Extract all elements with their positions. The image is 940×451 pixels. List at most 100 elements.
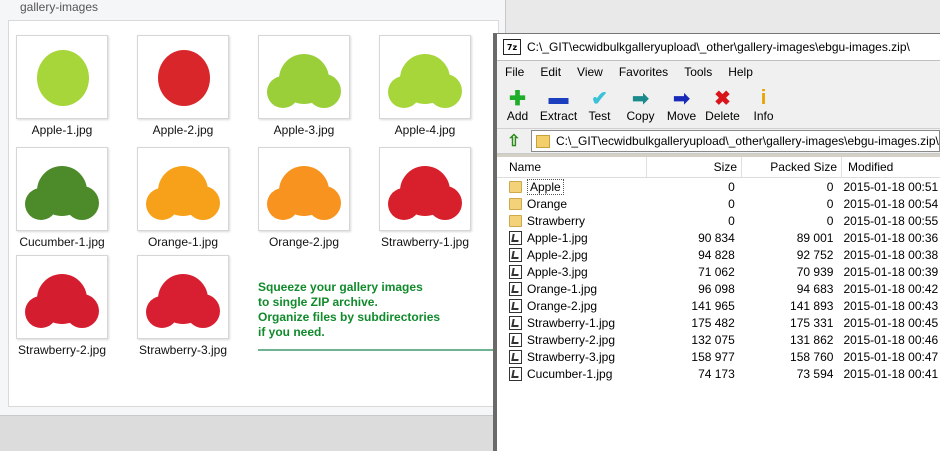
- cell-packed-size: 158 760: [790, 349, 834, 364]
- row-name: Orange-2.jpg: [527, 298, 598, 313]
- thumbnail-item[interactable]: Orange-2.jpg: [249, 147, 359, 249]
- table-row[interactable]: Apple-3.jpg 71 062 70 939 2015-01-18 00:39: [497, 263, 940, 280]
- up-folder-icon[interactable]: ⇧: [503, 131, 525, 151]
- cell-packed-size: 89 001: [796, 230, 834, 245]
- info-icon: i: [760, 86, 767, 109]
- cell-modified: 2015-01-18 00:47: [843, 349, 939, 364]
- cell-name: Strawberry: [497, 214, 645, 228]
- thumbnail-image: [137, 35, 229, 119]
- table-row[interactable]: Orange-2.jpg 141 965 141 893 2015-01-18 00:…: [497, 297, 940, 314]
- toolbar-button-delete[interactable]: ✖ Delete: [702, 87, 743, 124]
- cell-modified: 2015-01-18 00:51: [843, 179, 939, 194]
- file-icon: [509, 332, 522, 347]
- thumbnail-item[interactable]: Apple-3.jpg: [249, 35, 359, 137]
- address-text: C:\_GIT\ecwidbulkgalleryupload\_other\ga…: [556, 134, 939, 148]
- toolbar-label: Delete: [705, 109, 740, 123]
- address-bar: ⇧ C:\_GIT\ecwidbulkgalleryupload\_other\…: [497, 129, 940, 154]
- fruit-shape: [267, 76, 299, 108]
- table-row[interactable]: Strawberry-3.jpg 158 977 158 760 2015-01-18…: [497, 348, 940, 365]
- cell-size: 132 075: [691, 332, 735, 347]
- thumbnail-item[interactable]: Orange-1.jpg: [128, 147, 238, 249]
- cell-modified: 2015-01-18 00:38: [843, 247, 939, 262]
- cell-packed-size: 0: [826, 196, 834, 211]
- cell-packed-size: 0: [826, 179, 834, 194]
- table-row[interactable]: Strawberry-2.jpg 132 075 131 862 2015-01-18…: [497, 331, 940, 348]
- menu-edit[interactable]: Edit: [532, 65, 569, 79]
- table-row[interactable]: Orange-1.jpg 96 098 94 683 2015-01-18 00:42: [497, 280, 940, 297]
- row-name: Strawberry-2.jpg: [527, 332, 616, 347]
- promo-line: if you need.: [258, 325, 325, 339]
- column-name[interactable]: Name: [497, 157, 647, 177]
- menu-tools[interactable]: Tools: [676, 65, 720, 79]
- delete-x-icon: ✖: [714, 87, 731, 110]
- column-modified[interactable]: Modified: [842, 157, 940, 177]
- table-row[interactable]: Cucumber-1.jpg 74 173 73 594 2015-01-18 00:…: [497, 365, 940, 382]
- cell-packed-size: 92 752: [796, 247, 834, 262]
- fruit-shape: [146, 188, 178, 220]
- thumbnail-item[interactable]: Apple-1.jpg: [7, 35, 117, 137]
- thumbnail-item[interactable]: Strawberry-1.jpg: [370, 147, 480, 249]
- table-row[interactable]: Apple 0 0 2015-01-18 00:51: [497, 178, 940, 195]
- table-row[interactable]: Strawberry 0 0 2015-01-18 00:55: [497, 212, 940, 229]
- address-field[interactable]: C:\_GIT\ecwidbulkgalleryupload\_other\ga…: [531, 130, 940, 152]
- toolbar-button-copy[interactable]: ➡ Copy: [620, 87, 661, 124]
- cell-modified: 2015-01-18 00:55: [843, 213, 939, 228]
- menu-help[interactable]: Help: [720, 65, 761, 79]
- folder-icon: [509, 180, 522, 193]
- column-packed-size[interactable]: Packed Size: [742, 157, 842, 177]
- cell-modified: 2015-01-18 00:39: [843, 264, 939, 279]
- cell-packed-size: 175 331: [790, 315, 834, 330]
- row-name: Apple: [527, 178, 564, 195]
- thumbnail-item[interactable]: Cucumber-1.jpg: [7, 147, 117, 249]
- column-size[interactable]: Size: [647, 157, 742, 177]
- toolbar-button-info[interactable]: i Info: [743, 86, 784, 124]
- thumbnail-item[interactable]: Strawberry-2.jpg: [7, 255, 117, 357]
- thumbnail-image: [379, 147, 471, 231]
- cell-modified: 2015-01-18 00:42: [843, 281, 939, 296]
- thumbnail-item[interactable]: Apple-4.jpg: [370, 35, 480, 137]
- thumbnail-label: Orange-1.jpg: [147, 235, 219, 249]
- cell-size: 0: [728, 196, 735, 211]
- toolbar: ✚ Add ▬ Extract ✔ Test ➡ Copy ➡ Move ✖ Delete i Info: [497, 83, 940, 129]
- table-row[interactable]: Apple-2.jpg 94 828 92 752 2015-01-18 00:38: [497, 246, 940, 263]
- cell-name: Strawberry-2.jpg: [497, 332, 645, 347]
- cell-size: 175 482: [691, 315, 735, 330]
- toolbar-button-add[interactable]: ✚ Add: [497, 87, 538, 124]
- thumbnail-image: [16, 147, 108, 231]
- file-icon: [509, 298, 522, 313]
- cell-modified: 2015-01-18 00:46: [843, 332, 939, 347]
- thumbnail-label: Cucumber-1.jpg: [19, 235, 105, 249]
- table-row[interactable]: Apple-1.jpg 90 834 89 001 2015-01-18 00:36: [497, 229, 940, 246]
- zip-window: 7z C:\_GIT\ecwidbulkgalleryupload\_other…: [493, 33, 940, 451]
- app-icon: 7z: [503, 39, 521, 55]
- toolbar-button-move[interactable]: ➡ Move: [661, 87, 702, 124]
- table-row[interactable]: Orange 0 0 2015-01-18 00:54: [497, 195, 940, 212]
- minus-icon: ▬: [548, 86, 569, 109]
- cell-size: 0: [728, 179, 735, 194]
- cell-modified: 2015-01-18 00:45: [843, 315, 939, 330]
- thumbnail-item[interactable]: Apple-2.jpg: [128, 35, 238, 137]
- cell-size: 96 098: [698, 281, 735, 296]
- row-name: Apple-1.jpg: [527, 230, 588, 245]
- cell-size: 141 965: [691, 298, 735, 313]
- cell-size: 90 834: [698, 230, 735, 245]
- plus-icon: ✚: [509, 87, 526, 110]
- toolbar-button-extract[interactable]: ▬ Extract: [538, 86, 579, 124]
- promo-text: Squeeze your gallery images to single ZI…: [258, 280, 478, 340]
- thumbnail-item[interactable]: Strawberry-3.jpg: [128, 255, 238, 357]
- thumbnail-label: Strawberry-3.jpg: [138, 343, 228, 357]
- cell-size: 71 062: [698, 264, 735, 279]
- menu-view[interactable]: View: [569, 65, 611, 79]
- fruit-shape: [65, 186, 99, 220]
- thumbnail-image: [16, 255, 108, 339]
- menu-file[interactable]: File: [497, 65, 532, 79]
- toolbar-button-test[interactable]: ✔ Test: [579, 87, 620, 124]
- table-row[interactable]: Strawberry-1.jpg 175 482 175 331 2015-01-18…: [497, 314, 940, 331]
- cell-size: 74 173: [698, 366, 735, 381]
- title-bar[interactable]: 7z C:\_GIT\ecwidbulkgalleryupload\_other…: [497, 34, 940, 61]
- menu-favorites[interactable]: Favorites: [611, 65, 676, 79]
- check-icon: ✔: [591, 87, 608, 110]
- folder-icon: [509, 214, 522, 227]
- cell-name: Apple-1.jpg: [497, 230, 645, 245]
- file-list: Name Size Packed Size Modified Apple 0 0 20…: [497, 157, 940, 451]
